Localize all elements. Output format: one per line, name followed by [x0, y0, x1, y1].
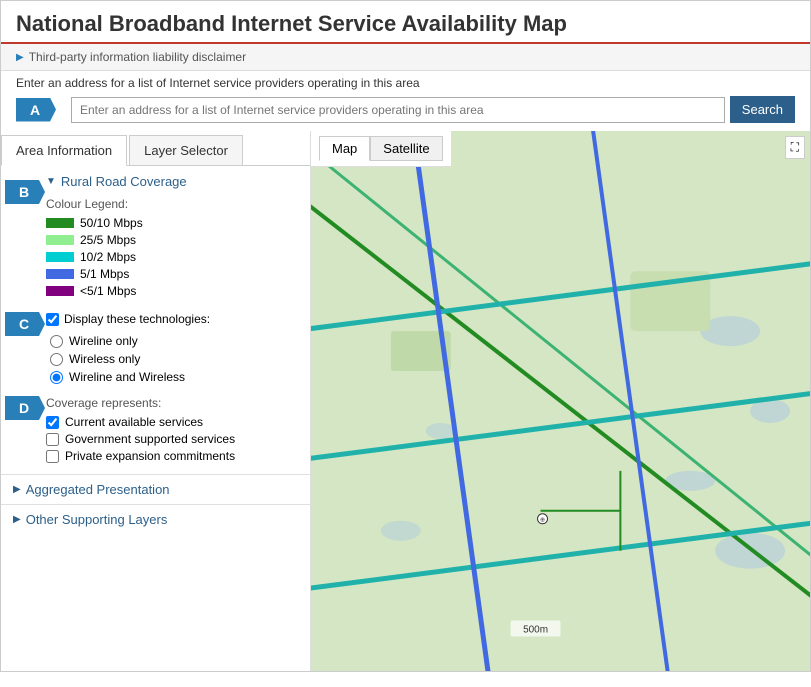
- legend-swatch-0: [46, 218, 74, 228]
- svg-text:⊕: ⊕: [540, 518, 545, 524]
- search-button[interactable]: Search: [730, 96, 795, 123]
- radio-wireless-only-input[interactable]: [50, 353, 63, 366]
- radio-wireline-only-label: Wireline only: [69, 334, 138, 348]
- arrow-b: B: [5, 180, 45, 204]
- aggregated-label: Aggregated Presentation: [26, 482, 170, 497]
- arrow-d: D: [5, 396, 45, 420]
- legend-item-2: 10/2 Mbps: [46, 250, 302, 264]
- radio-wireline-and-wireless: Wireline and Wireless: [50, 370, 302, 384]
- radio-wireline-only-input[interactable]: [50, 335, 63, 348]
- main-content: Area Information Layer Selector B ▼ Rura…: [1, 131, 810, 671]
- tech-options-content: Display these technologies: Wireline onl…: [46, 308, 310, 392]
- legend-item-4: <5/1 Mbps: [46, 284, 302, 298]
- panel-c-row: C Display these technologies: Wireline o…: [1, 308, 310, 392]
- legend-swatch-4: [46, 286, 74, 296]
- check-gov-services-label: Government supported services: [65, 432, 235, 446]
- check-gov-services: Government supported services: [46, 432, 302, 446]
- aggregated-presentation-row[interactable]: ▶ Aggregated Presentation: [1, 474, 310, 504]
- legend-swatch-3: [46, 269, 74, 279]
- search-description-label: Enter an address for a list of Internet …: [16, 76, 420, 90]
- display-tech-row: Display these technologies:: [46, 312, 302, 326]
- page-header: National Broadband Internet Service Avai…: [1, 1, 810, 44]
- other-layers-row[interactable]: ▶ Other Supporting Layers: [1, 504, 310, 534]
- rural-road-coverage-label: Rural Road Coverage: [61, 174, 187, 189]
- search-label-row: Enter an address for a list of Internet …: [1, 71, 810, 93]
- map-area[interactable]: Map Satellite ⛶: [311, 131, 810, 671]
- page-wrapper: National Broadband Internet Service Avai…: [0, 0, 811, 672]
- map-tab-bar: Map Satellite: [311, 131, 451, 167]
- arrow-c: C: [5, 312, 45, 336]
- other-layers-label: Other Supporting Layers: [26, 512, 168, 527]
- display-tech-label: Display these technologies:: [64, 312, 210, 326]
- check-current-services-label: Current available services: [65, 415, 203, 429]
- radio-group: Wireline only Wireless only Wireline and…: [50, 334, 302, 384]
- svg-text:500m: 500m: [523, 625, 548, 636]
- radio-wireline-wireless-label: Wireline and Wireless: [69, 370, 185, 384]
- colour-legend: Colour Legend: 50/10 Mbps 25/5 Mbps 10/2…: [46, 197, 302, 298]
- disclaimer-bar[interactable]: ▶ Third-party information liability disc…: [1, 44, 810, 71]
- aggregated-expand-icon: ▶: [13, 484, 21, 495]
- tab-area-information[interactable]: Area Information: [1, 135, 127, 166]
- map-fullscreen-button[interactable]: ⛶: [785, 136, 805, 159]
- tab-bar: Area Information Layer Selector: [1, 131, 310, 166]
- left-panel: Area Information Layer Selector B ▼ Rura…: [1, 131, 311, 671]
- check-private-expansion-label: Private expansion commitments: [65, 449, 235, 463]
- check-gov-services-input[interactable]: [46, 433, 59, 446]
- legend-item-0: 50/10 Mbps: [46, 216, 302, 230]
- tab-layer-selector[interactable]: Layer Selector: [129, 135, 243, 165]
- legend-label-4: <5/1 Mbps: [80, 284, 136, 298]
- legend-label-2: 10/2 Mbps: [80, 250, 136, 264]
- radio-wireless-only: Wireless only: [50, 352, 302, 366]
- arrow-a-container: A: [16, 98, 66, 122]
- search-input[interactable]: [71, 97, 725, 123]
- rural-road-coverage-header[interactable]: ▼ Rural Road Coverage: [46, 174, 302, 189]
- coverage-represents-content: Coverage represents: Current available s…: [46, 392, 310, 474]
- legend-label-3: 5/1 Mbps: [80, 267, 129, 281]
- check-current-services: Current available services: [46, 415, 302, 429]
- collapse-icon: ▼: [46, 176, 56, 187]
- legend-label-1: 25/5 Mbps: [80, 233, 136, 247]
- legend-item-3: 5/1 Mbps: [46, 267, 302, 281]
- arrow-d-container: D: [1, 392, 46, 474]
- arrow-b-container: B: [1, 166, 46, 308]
- check-private-expansion-input[interactable]: [46, 450, 59, 463]
- radio-wireline-only: Wireline only: [50, 334, 302, 348]
- disclaimer-icon: ▶: [16, 52, 24, 63]
- map-tab-satellite[interactable]: Satellite: [370, 136, 442, 161]
- radio-wireless-only-label: Wireless only: [69, 352, 140, 366]
- layer-selector-content: ▼ Rural Road Coverage Colour Legend: 50/…: [46, 166, 310, 308]
- disclaimer-text: Third-party information liability discla…: [29, 50, 246, 64]
- check-private-expansion: Private expansion commitments: [46, 449, 302, 463]
- page-title: National Broadband Internet Service Avai…: [16, 11, 795, 37]
- display-tech-checkbox[interactable]: [46, 313, 59, 326]
- legend-title: Colour Legend:: [46, 197, 302, 211]
- other-layers-expand-icon: ▶: [13, 514, 21, 525]
- panel-b-row: B ▼ Rural Road Coverage Colour Legend: 5…: [1, 166, 310, 308]
- map-tab-map[interactable]: Map: [319, 136, 370, 161]
- legend-swatch-2: [46, 252, 74, 262]
- fullscreen-icon: ⛶: [791, 140, 799, 154]
- check-current-services-input[interactable]: [46, 416, 59, 429]
- legend-label-0: 50/10 Mbps: [80, 216, 143, 230]
- map-svg: 500m ⊕: [311, 131, 810, 671]
- search-row: A Search: [1, 93, 810, 131]
- panel-d-row: D Coverage represents: Current available…: [1, 392, 310, 474]
- coverage-represents-title: Coverage represents:: [46, 396, 302, 410]
- legend-item-1: 25/5 Mbps: [46, 233, 302, 247]
- radio-wireline-wireless-input[interactable]: [50, 371, 63, 384]
- arrow-a: A: [16, 98, 56, 122]
- legend-swatch-1: [46, 235, 74, 245]
- arrow-c-container: C: [1, 308, 46, 392]
